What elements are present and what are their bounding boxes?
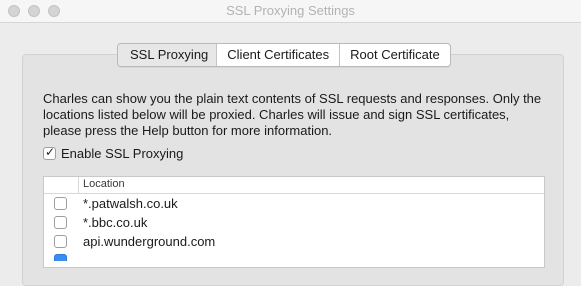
row-enabled-checkbox[interactable] <box>54 216 67 229</box>
table-row[interactable] <box>44 251 544 261</box>
row-location: *.bbc.co.uk <box>83 215 148 230</box>
row-location: api.wunderground.com <box>83 234 216 249</box>
table-header: Location <box>44 177 544 194</box>
window-title: SSL Proxying Settings <box>226 3 355 18</box>
table-row[interactable]: *.patwalsh.co.uk <box>44 194 544 213</box>
enabled-column-header[interactable] <box>44 177 79 193</box>
window-titlebar: SSL Proxying Settings <box>0 0 581 23</box>
tab-root-certificate[interactable]: Root Certificate <box>339 44 450 66</box>
location-column-header[interactable]: Location <box>83 178 125 190</box>
tab-bar: SSL Proxying Client Certificates Root Ce… <box>117 43 451 67</box>
enable-ssl-proxying[interactable]: Enable SSL Proxying <box>43 145 184 161</box>
row-enabled-checkbox[interactable] <box>54 235 67 248</box>
table-row[interactable]: *.bbc.co.uk <box>44 213 544 232</box>
enable-ssl-label: Enable SSL Proxying <box>61 146 184 161</box>
row-enabled-checkbox[interactable] <box>54 254 67 261</box>
locations-table: Location *.patwalsh.co.uk *.bbc.co.uk ap… <box>43 176 545 268</box>
row-location: *.patwalsh.co.uk <box>83 196 178 211</box>
enable-ssl-checkbox[interactable] <box>43 145 56 160</box>
row-enabled-checkbox[interactable] <box>54 197 67 210</box>
table-row[interactable]: api.wunderground.com <box>44 232 544 251</box>
tab-ssl-proxying[interactable]: SSL Proxying <box>118 44 217 66</box>
tab-client-certificates[interactable]: Client Certificates <box>216 44 339 66</box>
description-text: Charles can show you the plain text cont… <box>43 91 542 138</box>
